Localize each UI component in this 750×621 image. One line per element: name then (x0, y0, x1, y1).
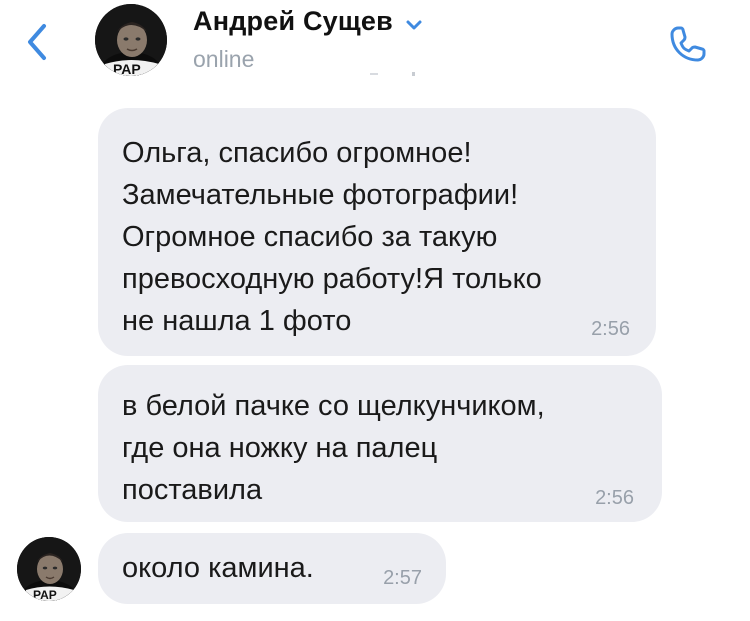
message-time: 2:56 (591, 318, 630, 340)
call-button[interactable] (664, 20, 712, 68)
contact-status: online (193, 46, 255, 72)
svg-text:PAP: PAP (33, 588, 57, 601)
message-text: около камина. (122, 552, 314, 584)
message-text: Ольга, спасибо огромное! Замечательные ф… (122, 137, 542, 337)
chevron-down-icon (406, 20, 422, 29)
svg-text:PAP: PAP (113, 61, 141, 76)
message-bubble[interactable]: около камина. 2:57 (98, 533, 446, 604)
contact-title[interactable]: Андрей Сущев (193, 6, 423, 37)
header-divider (370, 72, 415, 76)
phone-icon (670, 26, 706, 62)
chevron-left-icon (28, 24, 46, 60)
contact-avatar[interactable]: PAP (95, 4, 167, 76)
message-bubble[interactable]: в белой пачке со щелкунчиком, где она но… (98, 365, 662, 522)
chat-screen: PAP Андрей Сущев online Ольга, спасибо о… (0, 0, 750, 621)
contact-name: Андрей Сущев (193, 6, 393, 36)
message-text: в белой пачке со щелкунчиком, где она но… (122, 390, 545, 506)
message-time: 2:56 (595, 487, 634, 509)
message-time: 2:57 (383, 567, 422, 589)
chat-header: PAP Андрей Сущев online (0, 0, 750, 80)
message-bubble[interactable]: Ольга, спасибо огромное! Замечательные ф… (98, 108, 656, 356)
back-button[interactable] (14, 20, 58, 64)
sender-avatar[interactable]: PAP (17, 537, 81, 601)
